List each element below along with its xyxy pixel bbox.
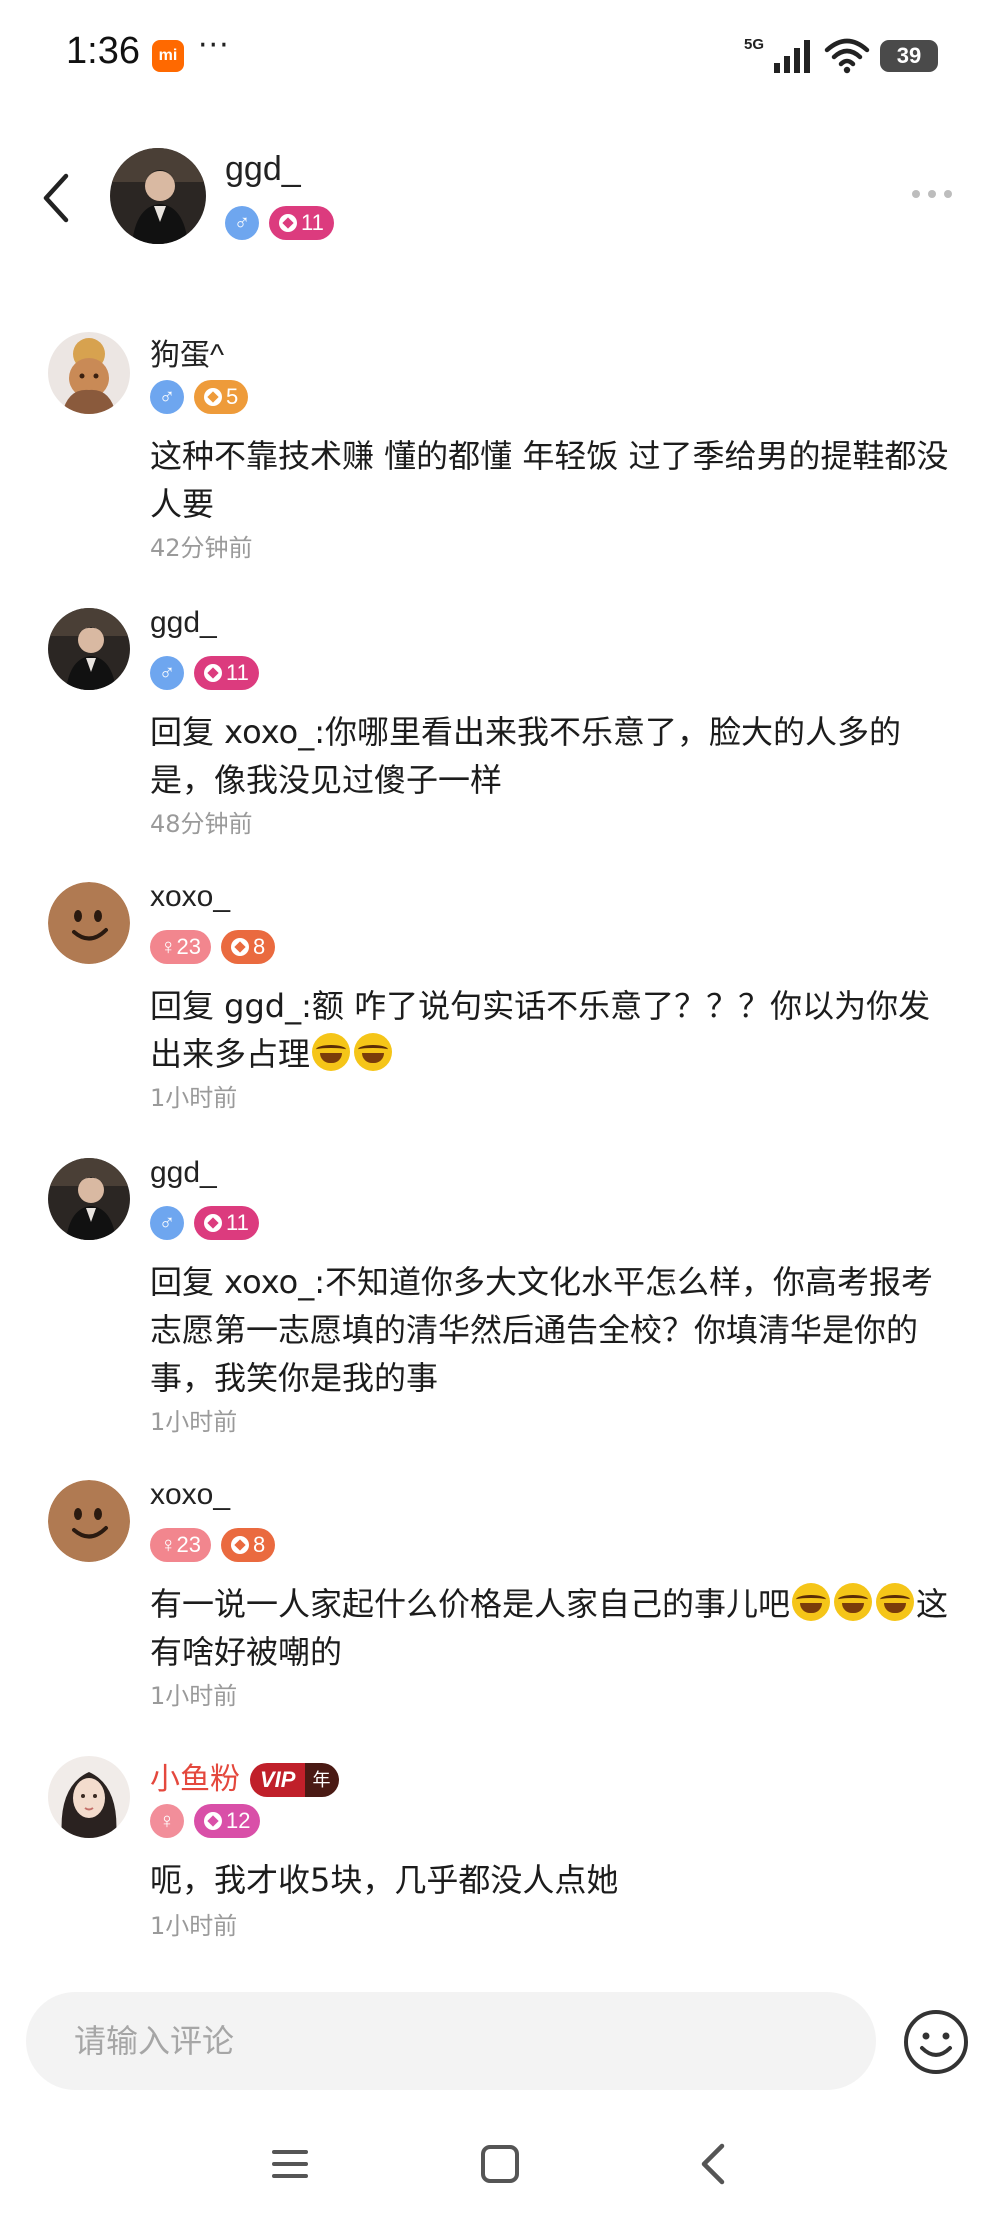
commenter-avatar[interactable]	[48, 1756, 130, 1838]
laughing-tears-emoji-icon	[876, 1583, 915, 1621]
vip-period: 年	[305, 1763, 340, 1797]
laughing-tears-emoji-icon	[792, 1583, 831, 1621]
female-age-badge: ♀23	[150, 1528, 211, 1562]
comment-text: 回复 xoxo_:你哪里看出来我不乐意了，脸大的人多的是，像我没见过傻子一样	[150, 713, 902, 799]
level-diamond-icon	[204, 1214, 222, 1232]
commenter-badges: ♀ 12	[150, 1804, 261, 1838]
commenter-name-text[interactable]: 小鱼粉	[150, 1763, 240, 1796]
status-bar: 1:36 mi ··· 5G 39	[0, 0, 1000, 110]
menu-icon[interactable]	[268, 2142, 312, 2186]
level-diamond-icon	[204, 388, 222, 406]
level-badge: 11	[194, 656, 259, 690]
back-arrow-icon[interactable]	[36, 168, 76, 228]
comment-time: 48分钟前	[150, 810, 253, 838]
more-dots-icon[interactable]	[910, 184, 954, 204]
comment-text: 回复 xoxo_:不知道你多大文化水平怎么样，你高考报考志愿第一志愿填的清华然后…	[150, 1263, 934, 1397]
comment-text: 这种不靠技术赚 懂的都懂 年轻饭 过了季给男的提鞋都没人要	[150, 437, 949, 523]
system-nav-bar	[0, 2120, 1000, 2210]
comment-time: 1小时前	[150, 1682, 238, 1710]
commenter-avatar[interactable]	[48, 882, 130, 964]
level-value: 8	[252, 934, 266, 959]
header-username[interactable]: ggd_	[225, 150, 301, 189]
commenter-avatar[interactable]	[48, 1480, 130, 1562]
status-icons: 5G 39	[744, 34, 938, 78]
network-type-label: 5G	[743, 35, 764, 53]
level-diamond-icon	[230, 938, 249, 956]
wifi-icon	[824, 38, 870, 74]
comment-input[interactable]	[74, 1992, 854, 2090]
level-badge: 12	[194, 1804, 261, 1838]
battery-indicator: 39	[880, 40, 938, 72]
level-value: 8	[252, 1532, 266, 1557]
vip-annual-badge: VIP 年	[250, 1763, 340, 1797]
comment-text-body: 有一说一人家起什么价格是人家自己的事儿吧	[150, 1585, 791, 1623]
comment-time: 42分钟前	[150, 534, 253, 562]
male-gender-badge: ♂	[225, 206, 259, 240]
comment-text: 呃，我才收5块，几乎都没人点她	[150, 1861, 619, 1899]
level-diamond-icon	[204, 1812, 222, 1830]
emoji-smile-icon[interactable]	[902, 2008, 970, 2076]
home-square-icon[interactable]	[478, 2142, 522, 2186]
male-gender-badge: ♂	[150, 656, 184, 690]
laughing-tears-emoji-icon	[354, 1033, 393, 1071]
commenter-badges: ♂ 11	[150, 1206, 259, 1240]
commenter-avatar[interactable]	[48, 332, 130, 414]
commenter-badges: ♂ 11	[150, 656, 259, 690]
nav-back-icon[interactable]	[694, 2140, 734, 2188]
commenter-name[interactable]: 小鱼粉 VIP 年	[150, 1754, 340, 1798]
commenter-name[interactable]: xoxo_	[150, 880, 230, 914]
comment-text-body: 回复 ggd_:额 咋了说句实话不乐意了？？？你以为你发出来多占理	[150, 987, 931, 1073]
mi-notification-icon: mi	[152, 40, 184, 72]
commenter-avatar[interactable]	[48, 1158, 130, 1240]
male-gender-badge: ♂	[150, 380, 184, 414]
commenter-badges: ♀23 8	[150, 930, 276, 964]
female-age-badge: ♀23	[150, 930, 211, 964]
level-value: 11	[226, 1210, 249, 1235]
laughing-tears-emoji-icon	[834, 1583, 873, 1621]
male-gender-badge: ♂	[150, 1206, 184, 1240]
commenter-name[interactable]: xoxo_	[150, 1478, 230, 1512]
level-value: 11	[226, 660, 249, 685]
vip-label: VIP	[250, 1763, 306, 1797]
comment-time: 1小时前	[150, 1084, 238, 1112]
level-badge: 8	[220, 930, 276, 964]
comment-time: 1小时前	[150, 1408, 238, 1436]
commenter-name[interactable]: ggd_	[150, 1156, 217, 1190]
comment-text: 回复 ggd_:额 咋了说句实话不乐意了？？？你以为你发出来多占理	[150, 982, 960, 1078]
level-badge: 11	[194, 1206, 259, 1240]
level-value: 5	[226, 384, 239, 409]
commenter-name[interactable]: ggd_	[150, 606, 217, 640]
more-notifications-icon: ···	[198, 28, 230, 63]
female-gender-badge: ♀	[150, 1804, 184, 1838]
level-badge: 5	[194, 380, 249, 414]
level-diamond-icon	[204, 664, 222, 682]
level-diamond-icon	[279, 214, 297, 232]
commenter-avatar[interactable]	[48, 608, 130, 690]
level-value: 11	[301, 210, 324, 235]
signal-icon	[774, 40, 810, 73]
comment-text: 有一说一人家起什么价格是人家自己的事儿吧 这有啥好被嘲的	[150, 1580, 960, 1676]
commenter-name[interactable]: 狗蛋^	[150, 330, 224, 374]
level-badge: 8	[220, 1528, 276, 1562]
header-avatar[interactable]	[110, 148, 206, 244]
comment-input-bar[interactable]	[26, 1992, 876, 2090]
level-value: 12	[226, 1808, 251, 1833]
status-time: 1:36	[66, 30, 140, 72]
commenter-badges: ♀23 8	[150, 1528, 276, 1562]
post-header: ggd_ ♂ 11	[0, 140, 1000, 260]
commenter-badges: ♂ 5	[150, 380, 249, 414]
level-diamond-icon	[230, 1536, 249, 1554]
comment-time: 1小时前	[150, 1912, 238, 1940]
header-badges: ♂ 11	[225, 206, 334, 240]
level-badge: 11	[269, 206, 334, 240]
laughing-tears-emoji-icon	[312, 1033, 351, 1071]
